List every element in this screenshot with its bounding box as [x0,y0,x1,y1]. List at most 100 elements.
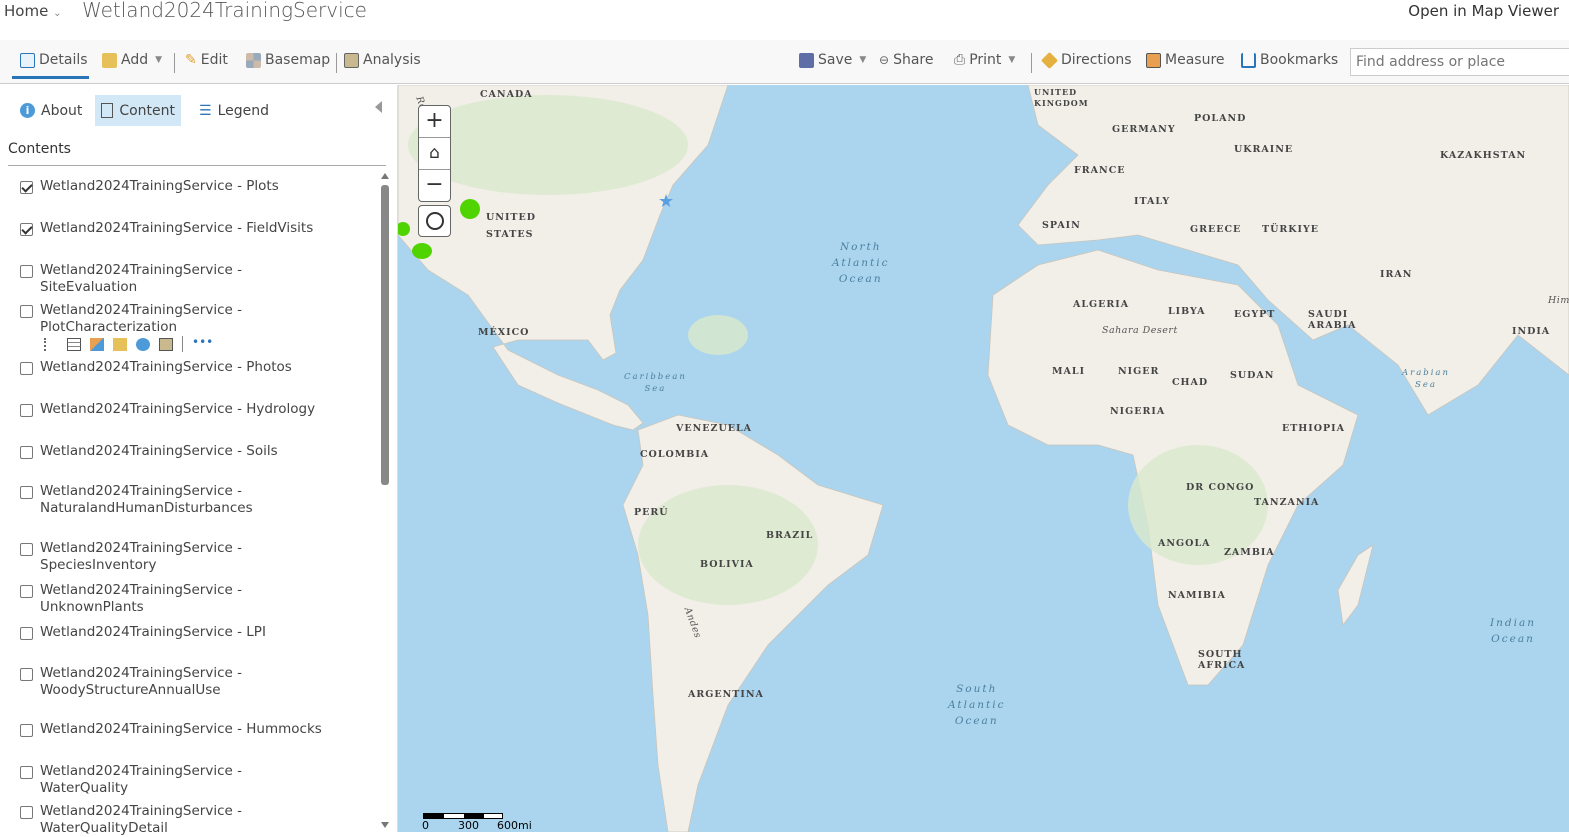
country-label: POLAND [1194,113,1247,124]
search-input[interactable] [1350,48,1569,76]
analysis-tools-icon[interactable] [159,337,173,351]
layer-checkbox[interactable] [20,668,33,681]
pencil-icon: ✎ [185,52,197,68]
chevron-down-icon: ⌄ [53,8,62,19]
top-bar: Home ⌄ Wetland2024TrainingService Open i… [0,0,1569,40]
layer-checkbox[interactable] [20,181,33,194]
layer-tools: ••• [44,336,213,352]
table-icon[interactable] [67,337,81,351]
scroll-down-icon[interactable] [381,822,389,828]
locate-button[interactable] [418,205,451,237]
feature-label: Sahara Desert [1102,325,1178,336]
toolbar: Details Add ▼ ✎ Edit Basemap Analysis Save… [0,40,1569,84]
ocean-label: North Atlantic Ocean [832,241,890,285]
about-label: About [41,102,83,119]
change-style-icon[interactable] [90,337,104,351]
basemap-button[interactable]: Basemap [246,52,330,68]
country-label: COLOMBIA [640,449,710,460]
content-label: Content [119,102,175,119]
tab-about[interactable]: i About [14,95,88,126]
zoom-controls: + ⌂ − [418,105,451,202]
open-in-map-viewer-link[interactable]: Open in Map Viewer [1408,2,1559,20]
share-button[interactable]: ⊖ Share [879,52,933,68]
layer-checkbox[interactable] [20,446,33,459]
basemap-icon [246,52,261,68]
directions-button[interactable]: Directions [1041,51,1132,69]
country-label: CHAD [1172,377,1209,388]
layer-label: Wetland2024TrainingService - SpeciesInve… [40,540,242,573]
layer-label: Wetland2024TrainingService - Hydrology [40,401,316,417]
country-label: UKRAINE [1234,144,1294,155]
country-label: KAZAKHSTAN [1440,150,1527,161]
collapse-panel-icon[interactable] [375,101,382,113]
scrollbar[interactable] [381,185,389,485]
country-label: SUDAN [1230,370,1275,381]
details-button[interactable]: Details [20,52,88,68]
details-icon [20,52,35,68]
country-label: ALGERIA [1073,299,1130,310]
details-label: Details [39,52,88,68]
scale-label: 300 [458,819,479,832]
save-button[interactable]: Save ▼ [799,52,866,68]
home-menu[interactable]: Home ⌄ [4,2,61,20]
zoom-out-button[interactable]: − [419,170,450,202]
legend-label: Legend [217,102,269,119]
layer-item: Wetland2024TrainingService - Hydrology [20,401,370,418]
show-legend-icon[interactable] [44,337,58,351]
tab-legend[interactable]: ☰ Legend [193,95,275,126]
layer-checkbox[interactable] [20,265,33,278]
scale-label: 600mi [497,819,532,832]
country-label: INDIA [1512,326,1551,337]
feature-label: Himal [1548,295,1569,306]
layer-checkbox[interactable] [20,724,33,737]
home-extent-button[interactable]: ⌂ [419,138,450,170]
scroll-up-icon[interactable] [381,173,389,179]
layer-checkbox[interactable] [20,223,33,236]
layer-checkbox[interactable] [20,362,33,375]
country-label: GREECE [1190,224,1242,235]
printer-icon: ⎙ [954,52,966,68]
country-label: MÉXICO [478,327,530,338]
print-label: Print [969,52,1002,68]
content-icon [101,103,114,118]
country-label: LIBYA [1168,306,1206,317]
layer-checkbox[interactable] [20,806,33,819]
analysis-icon[interactable] [136,337,150,351]
bookmarks-button[interactable]: Bookmarks [1241,52,1338,68]
layer-item: Wetland2024TrainingService - SpeciesInve… [20,540,370,574]
tab-content[interactable]: Content [95,95,181,126]
country-label: DR CONGO [1186,482,1255,493]
country-label: VENEZUELA [676,423,753,434]
share-label: Share [893,52,934,68]
bookmarks-label: Bookmarks [1260,52,1339,68]
layer-item: Wetland2024TrainingService - SiteEvaluat… [20,262,370,296]
map[interactable]: ★ CANADA UNITED STATES MÉXICO VENEZUELA COLO… [398,85,1569,832]
country-label: BOLIVIA [700,559,754,570]
country-label: UNITED STATES [486,212,536,240]
add-button[interactable]: Add ▼ [102,52,162,68]
measure-button[interactable]: Measure [1146,52,1225,68]
layer-label: Wetland2024TrainingService - SiteEvaluat… [40,262,242,295]
filter-icon[interactable] [113,337,127,351]
plot-point [460,199,480,219]
layer-checkbox[interactable] [20,627,33,640]
zoom-in-button[interactable]: + [419,106,450,138]
country-label: FRANCE [1074,165,1126,176]
layer-checkbox[interactable] [20,766,33,779]
layer-checkbox[interactable] [20,543,33,556]
layer-item: Wetland2024TrainingService - PlotCharact… [20,302,370,336]
layer-label: Wetland2024TrainingService - UnknownPlan… [40,582,242,615]
more-options-icon[interactable]: ••• [192,336,213,351]
layer-checkbox[interactable] [20,486,33,499]
analysis-button[interactable]: Analysis [344,52,421,68]
layer-label: Wetland2024TrainingService - WaterQualit… [40,763,242,796]
layer-checkbox[interactable] [20,305,33,318]
info-icon: i [20,103,35,118]
layer-checkbox[interactable] [20,404,33,417]
layer-checkbox[interactable] [20,585,33,598]
legend-icon: ☰ [199,102,212,119]
print-button[interactable]: ⎙ Print ▼ [954,52,1015,68]
edit-button[interactable]: ✎ Edit [185,52,228,68]
country-label: ARGENTINA [688,689,764,700]
home-label: Home [4,2,49,20]
